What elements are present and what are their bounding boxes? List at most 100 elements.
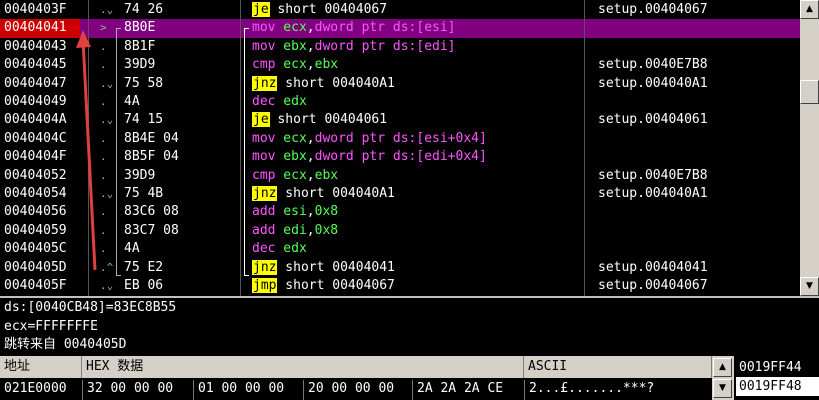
instruction-token: edx: [275, 94, 307, 109]
instruction-token: edx: [275, 241, 307, 257]
disassembly-pane[interactable]: 0040403F .⌄ 74 26 je short 00404067 setup.00…: [0, 0, 800, 296]
instruction-token: ,: [306, 38, 315, 54]
disasm-address: 00404047: [4, 75, 67, 91]
disasm-instruction: dec edx: [252, 240, 582, 258]
disasm-hex-bytes: 75 E2: [124, 259, 164, 275]
dump-header-ascii[interactable]: ASCII: [524, 356, 712, 378]
arrow-down-icon[interactable]: ▼: [713, 379, 732, 398]
instruction-token: edi: [275, 222, 307, 238]
instruction-token: 0x8: [314, 204, 339, 220]
instruction-token: short 00404041: [277, 259, 395, 275]
disasm-row[interactable]: 0040403F .⌄ 74 26 je short 00404067 setup.00…: [0, 1, 800, 19]
dump-hex-group-3[interactable]: 20 00 00 00: [308, 380, 394, 398]
instruction-token: dword ptr ds:[esi]: [314, 20, 456, 36]
instruction-token: ebx: [275, 149, 307, 165]
disasm-hex-bytes: 83C7 08: [124, 222, 179, 238]
disasm-address: 0040405C: [4, 241, 67, 257]
instruction-token: esi: [275, 204, 307, 220]
disasm-hex-bytes: 4A: [124, 94, 140, 109]
disassembly-scrollbar[interactable]: ▲ ▼: [800, 0, 819, 296]
instruction-token: add: [252, 222, 276, 238]
stack-line[interactable]: 0019FF44: [736, 358, 819, 377]
dump-hex-group-1[interactable]: 32 00 00 00: [87, 380, 173, 398]
dump-ascii[interactable]: 2...£.......***?: [529, 380, 654, 398]
instruction-token: ebx: [314, 167, 339, 183]
scroll-thumb[interactable]: [800, 80, 819, 104]
instruction-token: dword ptr ds:[esi+0x4]: [314, 130, 487, 146]
disasm-comment: setup.0040E7B8: [598, 167, 708, 183]
disasm-address: 00404059: [4, 222, 67, 238]
disasm-hex-bytes: 39D9: [124, 167, 156, 183]
instruction-token: ,: [306, 149, 315, 165]
instruction-token: ,: [306, 167, 315, 183]
dump-header-hex[interactable]: HEX 数据: [82, 356, 524, 378]
disasm-comment: setup.00404067: [598, 278, 708, 293]
instruction-token: ,: [306, 204, 315, 220]
disasm-instruction: jmp short 00404067: [252, 277, 582, 295]
disasm-jump-marker: .⌄: [100, 279, 114, 292]
instruction-token: ebx: [275, 38, 307, 54]
disasm-hex-bytes: 39D9: [124, 57, 156, 73]
disasm-hex-bytes: 75 58: [124, 75, 164, 91]
disasm-instruction: je short 00404061: [252, 111, 582, 129]
stack-line-selected[interactable]: 0019FF48: [736, 377, 819, 396]
disasm-address: 00404045: [4, 57, 67, 73]
disasm-instruction: je short 00404067: [252, 1, 582, 19]
instruction-token: ecx: [275, 57, 307, 73]
disasm-comment: setup.004040A1: [598, 186, 708, 201]
instruction-token: mov: [252, 20, 276, 36]
dump-hex-group-2[interactable]: 01 00 00 00: [198, 380, 284, 398]
disasm-row[interactable]: 0040405F .⌄ EB 06 jmp short 00404067 setup.0…: [0, 277, 800, 295]
disasm-hex-bytes: EB 06: [124, 278, 164, 293]
disasm-hex-bytes: 75 4B: [124, 186, 164, 201]
disasm-instruction: jnz short 004040A1: [252, 75, 582, 93]
instruction-token: 0x8: [314, 222, 339, 238]
loop-bracket: [116, 28, 121, 276]
disasm-comment: setup.0040E7B8: [598, 57, 708, 73]
info-jump-from: 跳转来自 0040405D: [4, 337, 127, 352]
dump-row-address[interactable]: 021E0000: [4, 380, 67, 398]
instruction-token: short 00404067: [269, 2, 388, 17]
disasm-address: 0040404F: [4, 149, 67, 165]
instruction-token: dword ptr ds:[edi]: [314, 38, 456, 54]
info-pane: ds:[0040CB48]=83EC8B55 ecx=FFFFFFFE 跳转来自…: [0, 296, 819, 356]
instruction-token: short 004040A1: [277, 75, 395, 91]
disasm-jump-marker: .⌄: [100, 3, 114, 16]
instruction-token: jnz: [252, 259, 278, 275]
disasm-instruction: add edi,0x8: [252, 222, 582, 240]
disasm-hex-bytes: 74 15: [124, 112, 164, 128]
disasm-instruction: cmp ecx,ebx: [252, 167, 582, 185]
instruction-token: jnz: [252, 186, 278, 201]
disasm-comment: setup.00404041: [598, 259, 708, 275]
instruction-token: je: [252, 112, 270, 128]
dump-header-address[interactable]: 地址: [0, 356, 82, 378]
info-memory-value: ds:[0040CB48]=83EC8B55: [4, 300, 177, 315]
dump-scrollbar[interactable]: ▲ ▼: [712, 356, 734, 400]
arrow-up-icon[interactable]: ▲: [713, 358, 732, 377]
instruction-token: mov: [252, 149, 276, 165]
dump-divider: [303, 380, 304, 400]
arrow-up-icon[interactable]: ▲: [800, 0, 819, 19]
stack-pane[interactable]: 0019FF44 0019FF48: [736, 356, 819, 400]
disasm-address: 00404052: [4, 167, 67, 183]
hex-dump-pane[interactable]: 地址 HEX 数据 ASCII 021E0000 32 00 00 00 01 …: [0, 356, 734, 400]
disasm-instruction: mov ecx,dword ptr ds:[esi]: [252, 19, 582, 37]
instruction-token: ecx: [275, 20, 307, 36]
instruction-token: ,: [306, 222, 315, 238]
instruction-token: ,: [306, 130, 315, 146]
disasm-address: 00404041: [0, 19, 80, 38]
dump-hex-group-4[interactable]: 2A 2A 2A CE: [417, 380, 503, 398]
instruction-token: ebx: [314, 57, 339, 73]
disasm-address: 00404056: [4, 204, 67, 220]
disasm-instruction: jnz short 004040A1: [252, 185, 582, 203]
loop-bracket: [244, 28, 249, 276]
instruction-token: cmp: [252, 167, 276, 183]
instruction-token: je: [252, 2, 270, 17]
arrow-down-icon[interactable]: ▼: [800, 277, 819, 296]
disasm-instruction: mov ecx,dword ptr ds:[esi+0x4]: [252, 130, 582, 148]
disasm-address: 0040405F: [4, 278, 67, 293]
column-divider: [88, 0, 89, 296]
instruction-token: cmp: [252, 57, 276, 73]
instruction-token: mov: [252, 38, 276, 54]
disasm-hex-bytes: 74 26: [124, 2, 164, 17]
